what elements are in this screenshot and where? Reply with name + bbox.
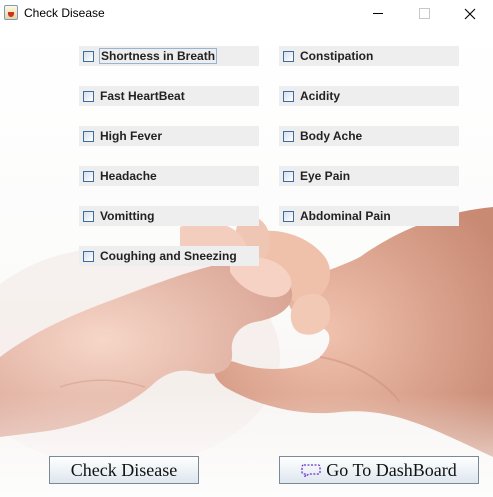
checkbox-label: Abdominal Pain bbox=[300, 209, 391, 223]
symptom-checkbox-vomitting[interactable]: Vomitting bbox=[79, 206, 259, 226]
dashed-speech-bubble-icon bbox=[301, 464, 321, 477]
symptom-checkbox-high-fever[interactable]: High Fever bbox=[79, 126, 259, 146]
symptom-checkbox-headache[interactable]: Headache bbox=[79, 166, 259, 186]
title-bar: Check Disease bbox=[0, 0, 493, 27]
checkbox-label: Eye Pain bbox=[300, 169, 351, 183]
symptom-checkbox-constipation[interactable]: Constipation bbox=[279, 46, 459, 66]
checkbox-box[interactable] bbox=[83, 210, 94, 222]
checkbox-label: Headache bbox=[100, 169, 157, 183]
checkbox-label: High Fever bbox=[100, 129, 163, 143]
go-to-dashboard-label: Go To DashBoard bbox=[326, 459, 457, 480]
maximize-button[interactable] bbox=[401, 0, 447, 27]
symptom-checkbox-abdominal-pain[interactable]: Abdominal Pain bbox=[279, 206, 459, 226]
checkbox-box[interactable] bbox=[283, 90, 294, 102]
checkbox-label: Coughing and Sneezing bbox=[100, 249, 237, 263]
symptom-checkbox-shortness-in-breath[interactable]: Shortness in Breath bbox=[79, 46, 259, 66]
checkbox-label: Vomitting bbox=[100, 209, 155, 223]
content-panel: Shortness in Breath Fast HeartBeat High … bbox=[0, 27, 493, 497]
symptom-checkbox-acidity[interactable]: Acidity bbox=[279, 86, 459, 106]
maximize-icon bbox=[418, 8, 430, 19]
symptom-checkbox-fast-heartbeat[interactable]: Fast HeartBeat bbox=[79, 86, 259, 106]
checkbox-label: Constipation bbox=[300, 49, 374, 63]
checkbox-label: Body Ache bbox=[300, 129, 363, 143]
checkbox-box[interactable] bbox=[283, 210, 294, 222]
checkbox-box[interactable] bbox=[283, 50, 294, 62]
check-disease-button[interactable]: Check Disease bbox=[49, 456, 199, 484]
symptom-checkbox-eye-pain[interactable]: Eye Pain bbox=[279, 166, 459, 186]
symptom-checkbox-body-ache[interactable]: Body Ache bbox=[279, 126, 459, 146]
checkbox-label: Acidity bbox=[300, 89, 341, 103]
go-to-dashboard-button[interactable]: Go To DashBoard bbox=[279, 456, 479, 484]
close-button[interactable] bbox=[447, 0, 493, 27]
checkbox-box[interactable] bbox=[83, 250, 94, 262]
checkbox-box[interactable] bbox=[83, 130, 94, 142]
checkbox-box[interactable] bbox=[283, 170, 294, 182]
minimize-icon bbox=[373, 13, 383, 14]
checkbox-label: Fast HeartBeat bbox=[100, 89, 185, 103]
java-cup-icon bbox=[4, 5, 18, 20]
checkbox-box[interactable] bbox=[83, 90, 94, 102]
checkbox-box[interactable] bbox=[83, 170, 94, 182]
checkbox-box[interactable] bbox=[83, 50, 94, 62]
window-title: Check Disease bbox=[24, 6, 105, 20]
close-icon bbox=[464, 8, 476, 19]
check-disease-label: Check Disease bbox=[70, 459, 178, 480]
symptom-checkbox-coughing-and-sneezing[interactable]: Coughing and Sneezing bbox=[79, 246, 259, 266]
checkbox-box[interactable] bbox=[283, 130, 294, 142]
minimize-button[interactable] bbox=[355, 0, 401, 27]
checkbox-label: Shortness in Breath bbox=[98, 48, 218, 64]
